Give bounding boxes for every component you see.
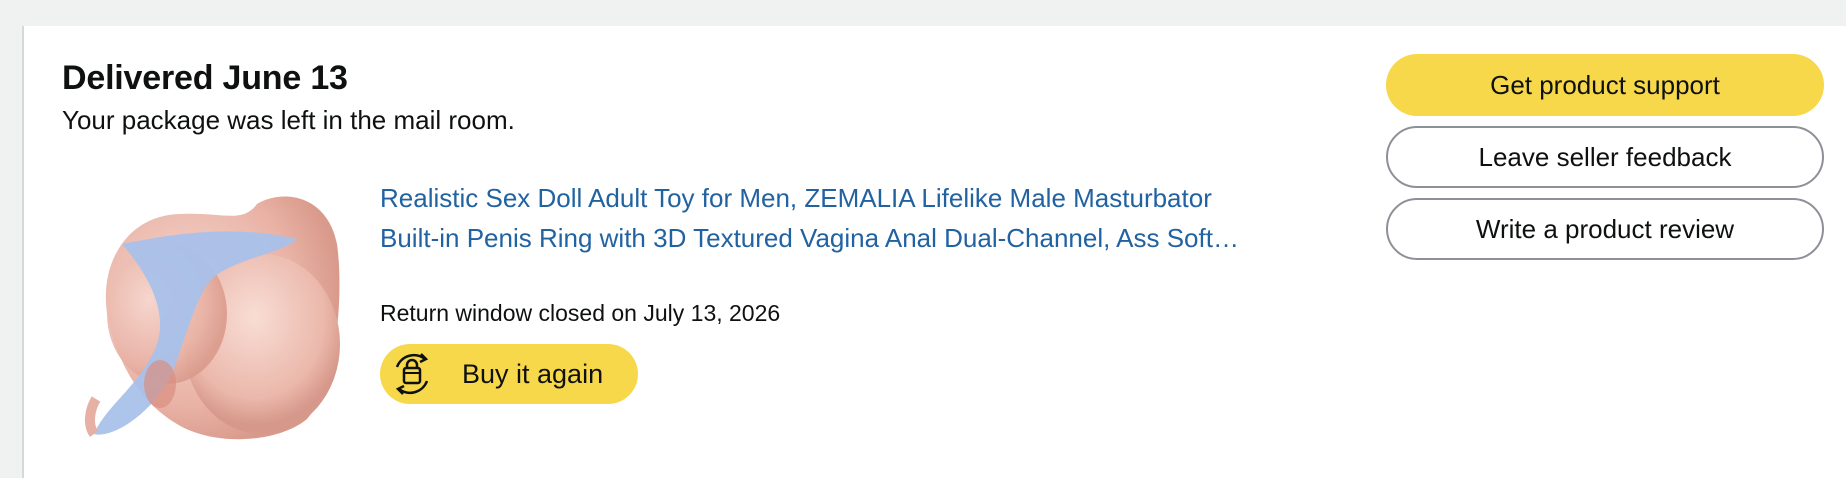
product-thumbnail-graphic — [84, 196, 340, 440]
reorder-bag-icon — [384, 346, 440, 402]
delivery-status-title: Delivered June 13 — [62, 59, 348, 97]
order-card: Delivered June 13 Your package was left … — [22, 26, 1846, 478]
delivery-status-detail: Your package was left in the mail room. — [62, 105, 515, 135]
return-window-status: Return window closed on July 13, 2026 — [380, 300, 781, 326]
product-image[interactable] — [82, 184, 346, 448]
write-product-review-button[interactable]: Write a product review — [1386, 198, 1824, 260]
get-product-support-button[interactable]: Get product support — [1386, 54, 1824, 116]
product-title-line-2: Built-in Penis Ring with 3D Textured Vag… — [380, 223, 1239, 253]
buy-it-again-label: Buy it again — [462, 358, 604, 389]
buy-it-again-button[interactable]: Buy it again — [380, 344, 638, 404]
product-title-line-1: Realistic Sex Doll Adult Toy for Men, ZE… — [380, 183, 1212, 213]
product-title-link[interactable]: Realistic Sex Doll Adult Toy for Men, ZE… — [380, 178, 1350, 258]
leave-seller-feedback-button[interactable]: Leave seller feedback — [1386, 126, 1824, 188]
